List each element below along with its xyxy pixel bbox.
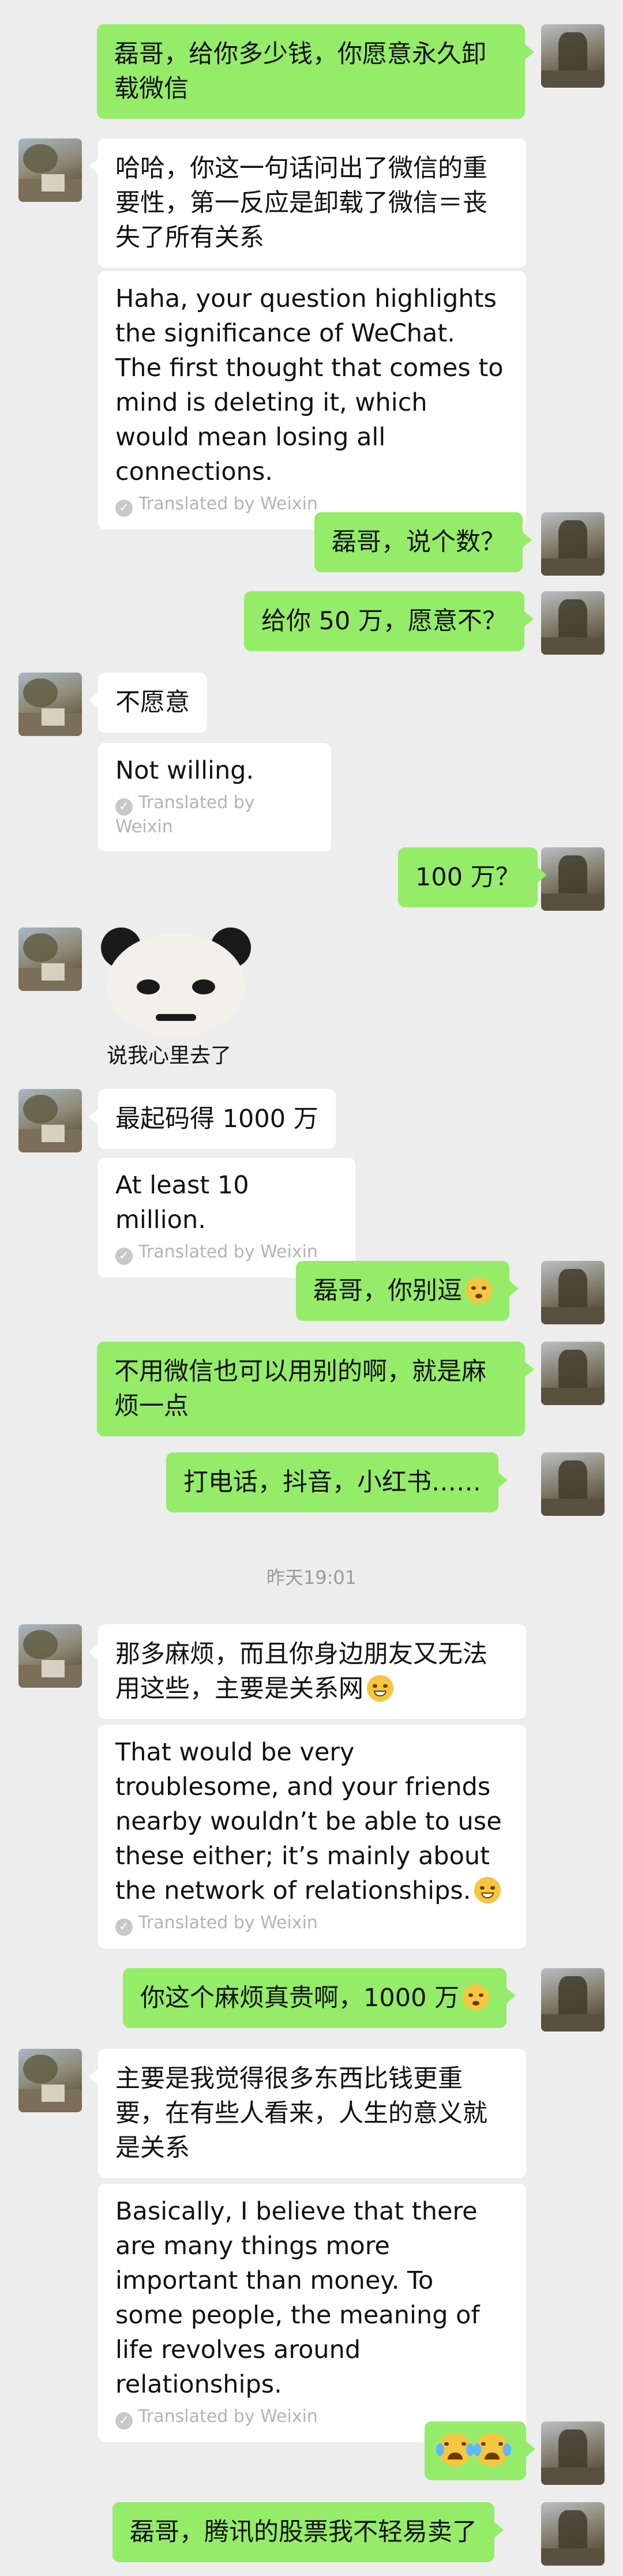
translation-text: At least 10 million. — [115, 1171, 249, 1234]
translation-bubble[interactable]: That would be very troublesome, and your… — [98, 1725, 526, 1948]
message-text: 给你 50 万，愿意不？ — [261, 607, 508, 636]
translation-text: Basically, I believe that there are many… — [115, 2197, 480, 2399]
chat-view: 磊哥，给你多少钱，你愿意永久卸载微信 哈哈，你这一句话问出了微信的重要性，第一反… — [0, 0, 623, 2576]
crying-laugh-emoji — [473, 2433, 511, 2466]
message-bubble[interactable]: 磊哥，你别逗 — [296, 1261, 519, 1321]
message-bubble[interactable]: 那多麻烦，而且你身边朋友又无法用这些，主要是关系网 — [89, 1624, 526, 1719]
avatar[interactable] — [18, 927, 82, 991]
grin-emoji — [367, 1675, 393, 1702]
translation-bubble[interactable]: Haha, your question highlights the signi… — [98, 271, 526, 530]
message-text: 不用微信也可以用别的啊，就是麻烦一点 — [114, 1357, 486, 1421]
message-bubble[interactable]: 不愿意 — [89, 673, 207, 733]
translate-check-icon: ✓ — [115, 500, 133, 517]
translate-check-icon: ✓ — [115, 798, 133, 816]
message-bubble[interactable]: 100 万？ — [398, 847, 547, 907]
message-bubble[interactable]: 磊哥，说个数？ — [314, 512, 532, 572]
translation-text: Haha, your question highlights the signi… — [115, 284, 504, 486]
avatar[interactable] — [541, 2421, 605, 2485]
sticker-caption: 说我心里去了 — [107, 1044, 232, 1068]
message-text: 最起码得 1000 万 — [115, 1105, 318, 1133]
message-text: 打电话，抖音，小红书…… — [183, 1468, 481, 1497]
translated-by-label: ✓ Translated by Weixin — [115, 793, 255, 837]
translation-text: Not willing. — [115, 756, 254, 785]
message-text: 磊哥，腾讯的股票我不轻易卖了 — [130, 2518, 477, 2547]
crying-laugh-emoji — [436, 2433, 474, 2466]
message-bubble[interactable]: 磊哥，腾讯的股票我不轻易卖了 — [112, 2502, 504, 2562]
message-bubble[interactable]: 主要是我觉得很多东西比钱更重要，在有些人看来，人生的意义就是关系 — [89, 2049, 526, 2178]
message-text: 你这个麻烦真贵啊，1000 万 — [140, 1984, 460, 2012]
translation-bubble[interactable]: At least 10 million. ✓ Translated by Weix… — [98, 1158, 355, 1278]
message-text: 哈哈，你这一句话问出了微信的重要性，第一反应是卸载了微信＝丧失了所有关系 — [115, 154, 487, 252]
message-text: 主要是我觉得很多东西比钱更重要，在有些人看来，人生的意义就是关系 — [115, 2064, 487, 2162]
message-text: 磊哥，你别逗 — [313, 1276, 462, 1305]
avatar[interactable] — [541, 1342, 605, 1405]
avatar[interactable] — [541, 512, 605, 576]
message-text: 不愿意 — [115, 688, 190, 717]
message-text: 那多麻烦，而且你身边朋友又无法用这些，主要是关系网 — [115, 1640, 487, 1703]
translated-by-label: ✓ Translated by Weixin — [115, 1912, 509, 1936]
translate-check-icon: ✓ — [115, 1248, 133, 1265]
message-text: 磊哥，给你多少钱，你愿意永久卸载微信 — [114, 40, 486, 103]
avatar[interactable] — [541, 591, 605, 655]
message-bubble[interactable] — [425, 2421, 535, 2480]
message-text: 磊哥，说个数？ — [332, 528, 505, 557]
avatar[interactable] — [18, 1624, 82, 1688]
message-text: 100 万？ — [415, 863, 520, 892]
message-bubble[interactable]: 不用微信也可以用别的啊，就是麻烦一点 — [97, 1342, 534, 1436]
avatar[interactable] — [18, 138, 82, 202]
avatar[interactable] — [541, 24, 605, 88]
avatar[interactable] — [541, 1261, 605, 1324]
translation-bubble[interactable]: Not willing. ✓ Translated by Weixin — [98, 743, 331, 851]
avatar[interactable] — [18, 673, 82, 736]
timestamp: 昨天19:01 — [266, 1567, 357, 1589]
message-bubble[interactable]: 你这个麻烦真贵啊，1000 万 — [123, 1968, 516, 2028]
message-bubble[interactable]: 哈哈，你这一句话问出了微信的重要性，第一反应是卸载了微信＝丧失了所有关系 — [89, 138, 526, 268]
avatar[interactable] — [541, 1452, 605, 1516]
avatar[interactable] — [541, 2502, 605, 2566]
flushed-emoji — [463, 1984, 490, 2011]
translate-check-icon: ✓ — [115, 1918, 133, 1936]
grin-emoji — [474, 1877, 501, 1903]
avatar[interactable] — [541, 1968, 605, 2031]
flushed-emoji — [466, 1277, 492, 1304]
translation-bubble[interactable]: Basically, I believe that there are many… — [98, 2184, 526, 2442]
avatar[interactable] — [541, 847, 605, 911]
message-bubble[interactable]: 最起码得 1000 万 — [89, 1089, 336, 1149]
translation-text: That would be very troublesome, and your… — [115, 1738, 502, 1905]
avatar[interactable] — [18, 1089, 82, 1152]
message-bubble[interactable]: 磊哥，给你多少钱，你愿意永久卸载微信 — [97, 24, 534, 119]
message-bubble[interactable]: 给你 50 万，愿意不？ — [244, 591, 534, 651]
translate-check-icon: ✓ — [115, 2412, 133, 2429]
avatar[interactable] — [18, 2049, 82, 2112]
message-bubble[interactable]: 打电话，抖音，小红书…… — [166, 1452, 508, 1512]
panda-meme-sticker[interactable]: 说我心里去了 — [101, 927, 251, 1077]
